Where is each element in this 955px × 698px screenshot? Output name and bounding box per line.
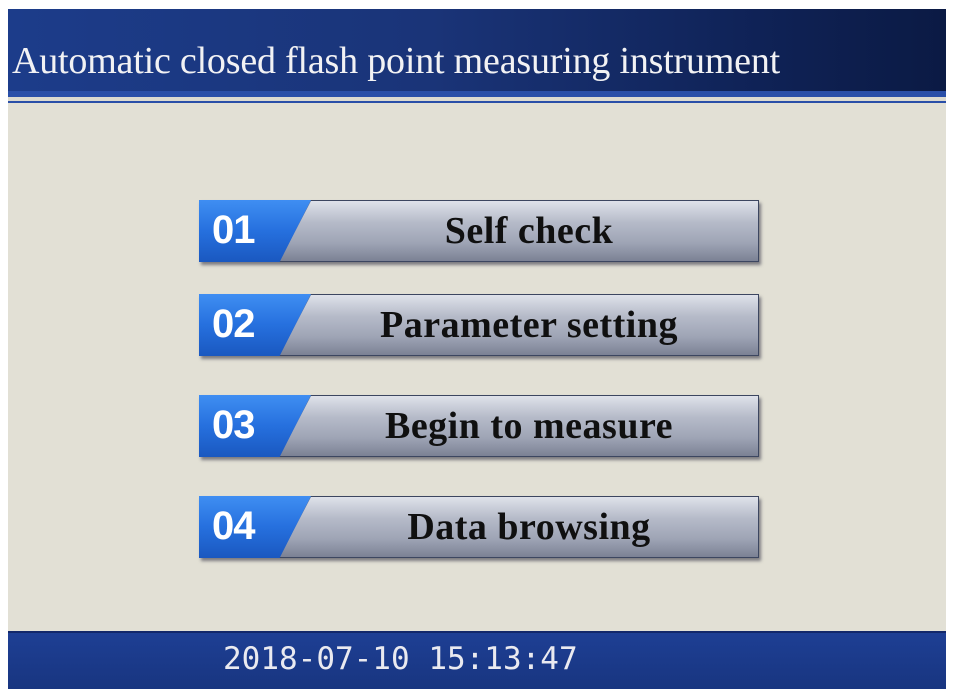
date-text: 2018-07-10 — [223, 641, 410, 677]
menu-number: 03 — [212, 403, 255, 447]
menu-number: 01 — [212, 208, 255, 252]
menu-number: 04 — [212, 504, 255, 548]
parameter-setting-button[interactable]: 02 Parameter setting — [199, 294, 759, 356]
page-title: Automatic closed flash point measuring i… — [12, 40, 780, 82]
time-text: 15:13:47 — [428, 641, 578, 677]
menu-number: 02 — [212, 302, 255, 346]
menu-label: Parameter setting — [380, 304, 678, 346]
menu-label: Begin to measure — [384, 405, 674, 447]
menu-label: Self check — [444, 210, 614, 252]
data-browsing-button[interactable]: 04 Data browsing — [199, 496, 759, 558]
menu-label: Data browsing — [407, 506, 651, 548]
datetime-display: 2018-07-10 15:13:47 — [223, 641, 578, 677]
title-divider — [8, 97, 946, 103]
device-screen: Automatic closed flash point measuring i… — [8, 9, 946, 689]
title-bar: Automatic closed flash point measuring i… — [8, 9, 946, 97]
status-bar: 2018-07-10 15:13:47 — [8, 631, 946, 689]
self-check-button[interactable]: 01 Self check — [199, 200, 759, 262]
begin-to-measure-button[interactable]: 03 Begin to measure — [199, 395, 759, 457]
